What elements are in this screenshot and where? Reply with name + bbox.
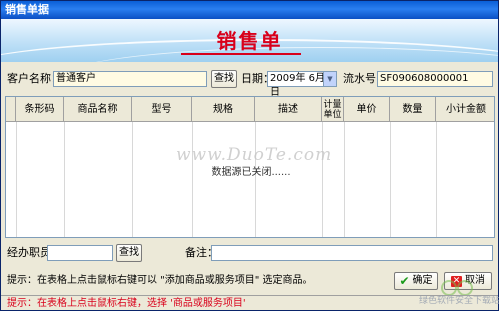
page-title: 销售单: [216, 29, 283, 53]
cancel-button[interactable]: ✕ 取消: [444, 272, 492, 290]
column-header-unit: 计量单位: [322, 97, 344, 122]
customer-name-field[interactable]: 普通客户: [53, 71, 207, 87]
chevron-down-icon[interactable]: ▼: [323, 72, 336, 86]
column-divider: [255, 122, 256, 237]
empty-table-message: 数据源已关闭......: [211, 167, 291, 178]
serial-number-field[interactable]: SF090608000001: [377, 71, 493, 87]
remark-field[interactable]: [211, 245, 493, 261]
column-header-subtotal: 小计金额: [446, 103, 486, 115]
close-icon: ✕: [451, 275, 462, 287]
customer-find-button[interactable]: 查找: [211, 70, 237, 88]
staff-field[interactable]: [47, 245, 113, 261]
column-divider: [192, 122, 193, 237]
column-header-product-name: 商品名称: [64, 97, 132, 122]
column-header-description: 描述: [255, 97, 322, 122]
title-underline: [181, 53, 301, 55]
column-header-barcode: 条形码: [16, 97, 64, 122]
window-title: 销售单据: [5, 3, 49, 16]
staff-find-button[interactable]: 查找: [116, 244, 142, 262]
column-divider: [322, 122, 323, 237]
watermark-text: www.DuoTe.com: [176, 145, 333, 165]
column-divider: [390, 122, 391, 237]
column-header-indicator: [6, 97, 16, 122]
column-divider: [132, 122, 133, 237]
window-titlebar: 销售单据: [1, 1, 498, 19]
header-banner: 销售单: [1, 19, 498, 62]
column-divider: [344, 122, 345, 237]
column-header-unit-price: 单价: [344, 97, 390, 122]
items-table[interactable]: 条形码 商品名称 型号 规格 描述 计量单位 单价 数量 小计金额 www.Du…: [5, 96, 495, 238]
ok-label: 确定: [412, 275, 433, 286]
header-form-row: 客户名称： 普通客户 查找 日期： 2009年 6月 8日 ▼ 流水号： SF0…: [1, 68, 498, 98]
column-header-spec: 规格: [192, 97, 255, 122]
column-divider: [64, 122, 65, 237]
column-divider: [436, 122, 437, 237]
status-text: 提示：在表格上点击鼠标右键，选择 '商品或服务项目': [7, 298, 246, 309]
check-icon: ✔: [399, 274, 410, 288]
footer-form-row: 经办职员： 查找 备注：: [1, 242, 498, 264]
column-header-model: 型号: [132, 97, 192, 122]
cancel-label: 取消: [465, 275, 485, 286]
column-divider: [16, 122, 17, 237]
column-header-quantity: 数量: [390, 97, 436, 122]
brand-watermark: 绿色软件安全下载站: [419, 296, 499, 306]
table-header: 条形码 商品名称 型号 规格 描述 计量单位 单价 数量 小计金额: [6, 97, 494, 122]
sales-voucher-window: 销售单据 销售单 客户名称： 普通客户 查找 日期： 2009年 6月 8日 ▼…: [0, 0, 499, 311]
hint-text: 提示：在表格上点击鼠标右键可以 "添加商品或服务项目" 选定商品。: [7, 275, 313, 286]
ok-button[interactable]: ✔ 确定: [394, 272, 438, 290]
date-picker[interactable]: 2009年 6月 8日 ▼: [267, 71, 337, 98]
